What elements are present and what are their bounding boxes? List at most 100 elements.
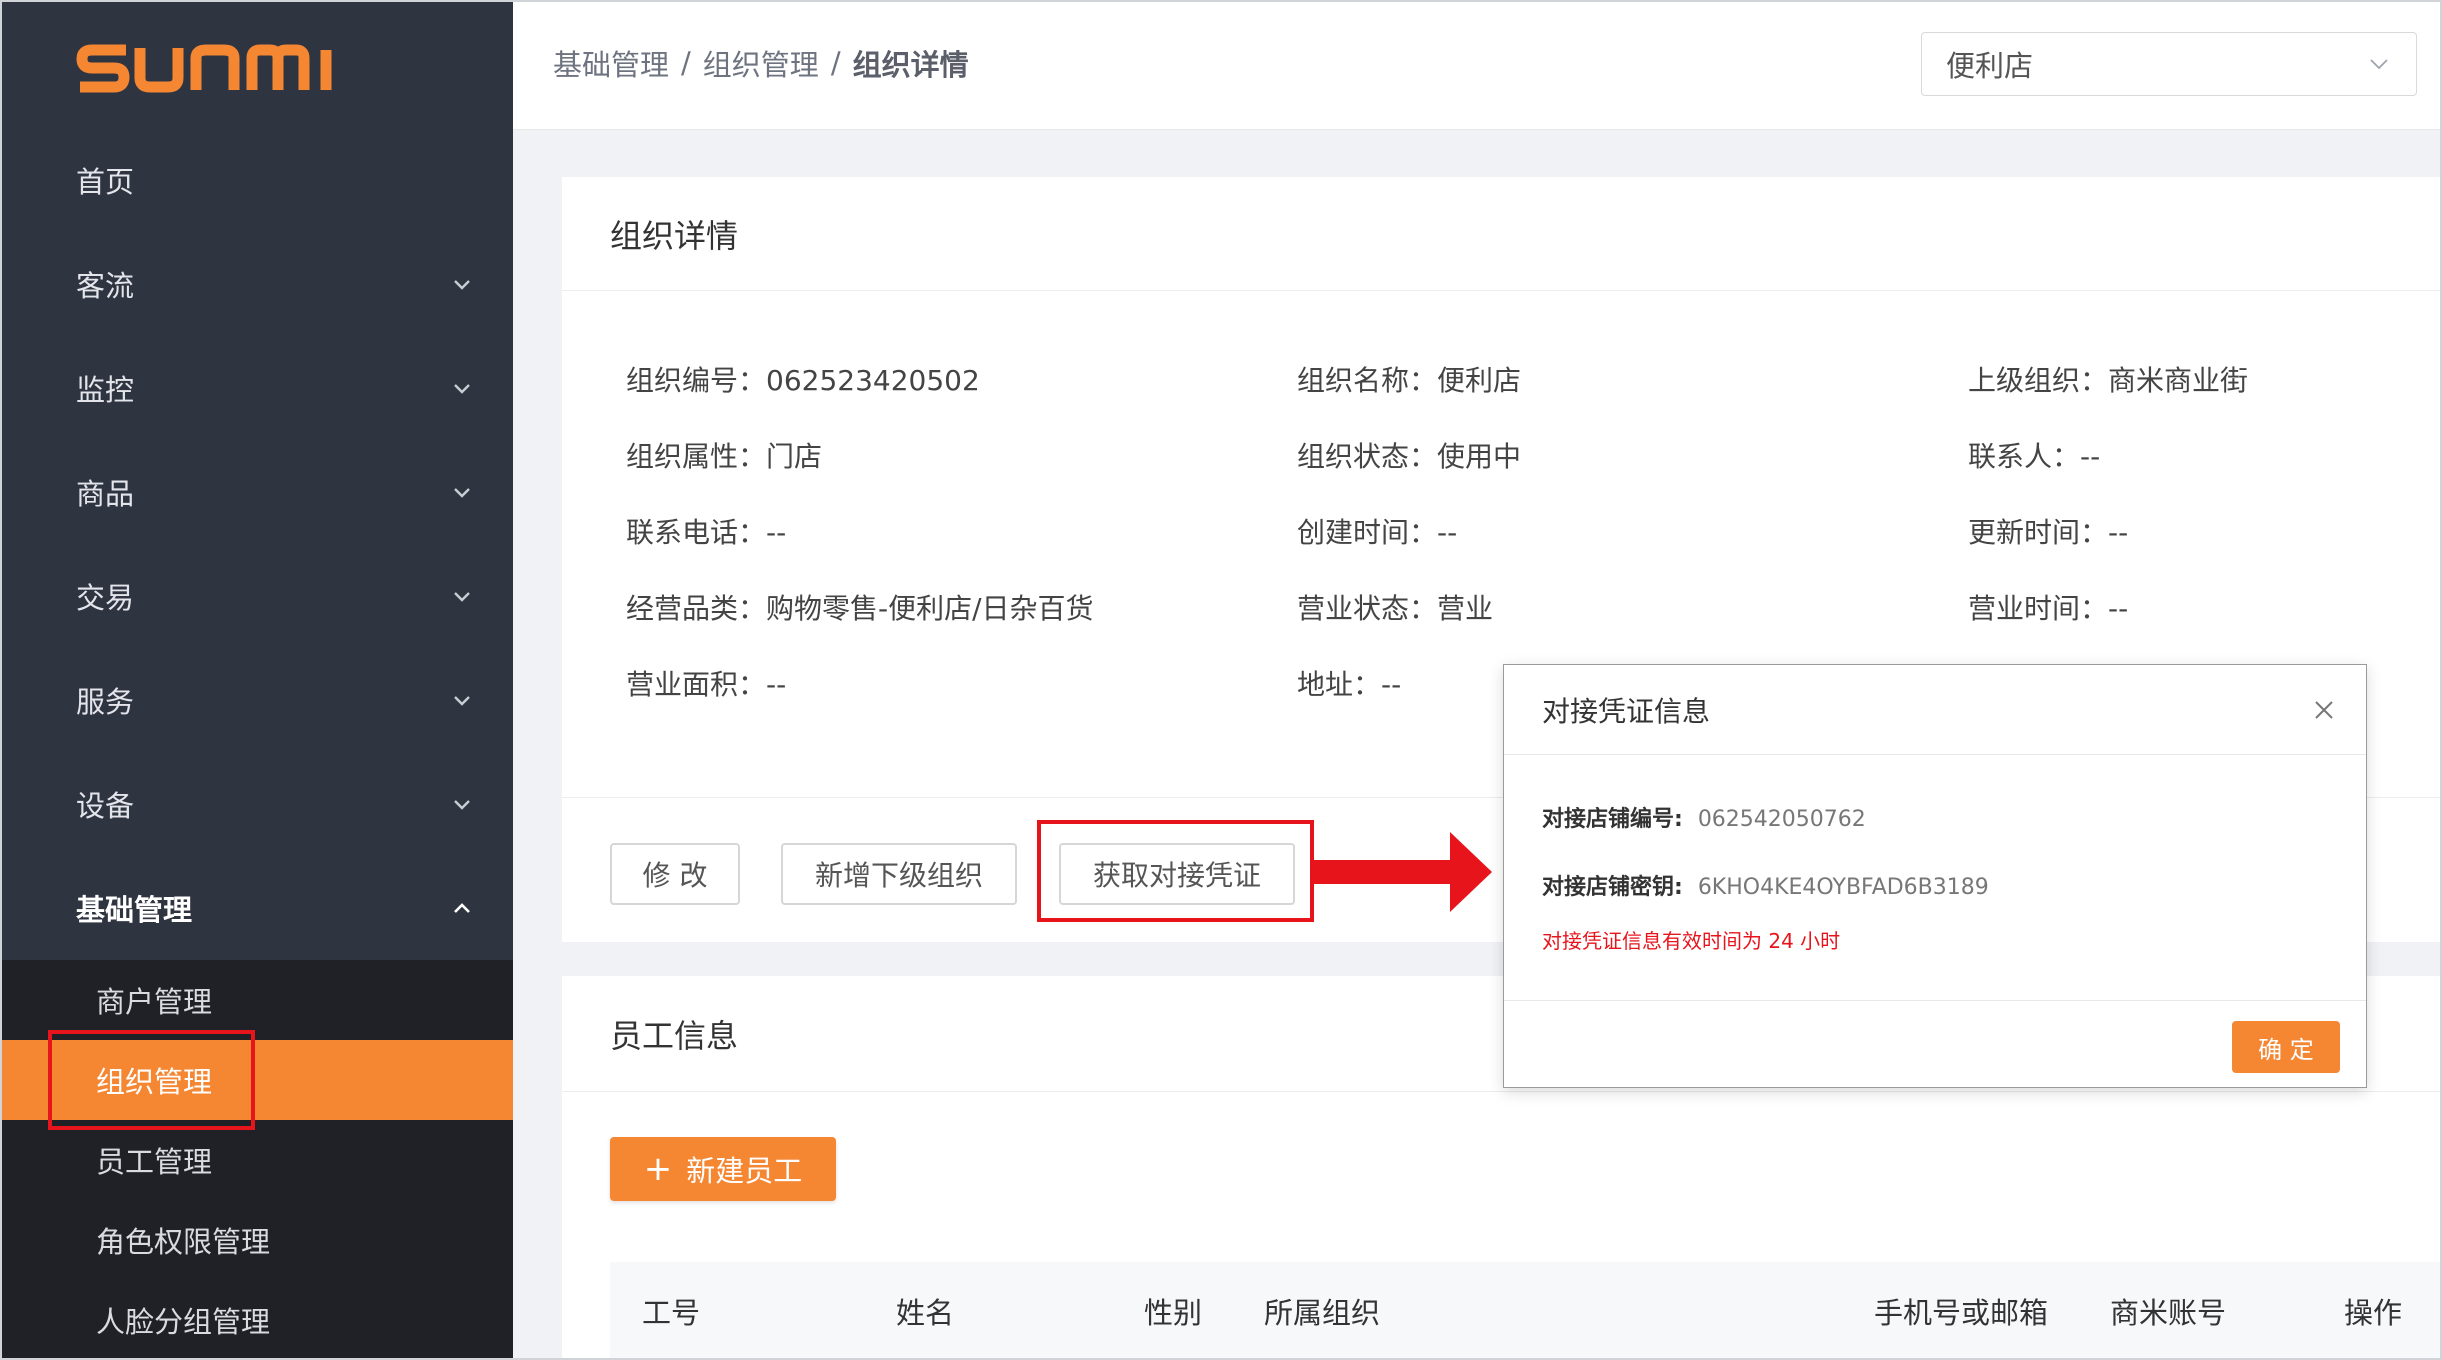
highlight-box-credential <box>1037 820 1314 922</box>
breadcrumb-item-basic[interactable]: 基础管理 <box>553 42 669 84</box>
sunmi-logo <box>76 38 356 98</box>
credential-store-no: 对接店铺编号: 062542050762 <box>1542 801 1866 833</box>
sidebar-item-goods[interactable]: 商品 <box>0 440 513 544</box>
plus-icon: + <box>643 1149 673 1189</box>
field-value: 062523420502 <box>766 364 980 397</box>
chevron-down-icon <box>451 689 473 711</box>
chevron-down-icon <box>451 273 473 295</box>
chevron-down-icon <box>451 793 473 815</box>
new-staff-button[interactable]: + 新建员工 <box>610 1137 836 1201</box>
chevron-down-icon <box>451 585 473 607</box>
sidebar-subitem-face-group[interactable]: 人脸分组管理 <box>0 1280 513 1360</box>
field-label: 联系人： <box>1968 440 2081 473</box>
credential-store-key-value: 6KHO4KE4OYBFAD6B3189 <box>1697 875 1989 900</box>
highlight-box-nav <box>48 1030 255 1130</box>
field-label: 地址： <box>1297 668 1382 701</box>
column-header-actions[interactable]: 操作 <box>2344 1290 2402 1332</box>
chevron-down-icon <box>2368 53 2390 75</box>
store-select-value: 便利店 <box>1946 49 2034 83</box>
field-label: 更新时间： <box>1968 516 2109 549</box>
field-value: -- <box>2080 440 2101 473</box>
field-value: -- <box>766 516 787 549</box>
chevron-down-icon <box>451 377 473 399</box>
field-value: -- <box>2108 516 2129 549</box>
modal-title: 对接凭证信息 <box>1542 694 1711 728</box>
field-label: 创建时间： <box>1297 516 1438 549</box>
field-area: 营业面积：-- <box>626 663 786 703</box>
add-child-org-button[interactable]: 新增下级组织 <box>781 843 1017 905</box>
field-label: 经营品类： <box>626 592 767 625</box>
field-business-hours: 营业时间：-- <box>1968 587 2128 627</box>
column-header-employee-no[interactable]: 工号 <box>642 1290 700 1332</box>
field-label: 营业状态： <box>1297 592 1438 625</box>
edit-button[interactable]: 修 改 <box>610 843 740 905</box>
sidebar-item-device[interactable]: 设备 <box>0 752 513 856</box>
breadcrumb-separator: / <box>681 46 691 80</box>
sidebar-item-basic-management[interactable]: 基础管理 <box>0 856 513 960</box>
field-label: 组织属性： <box>626 440 767 473</box>
field-label: 上级组织： <box>1968 364 2109 397</box>
staff-table-header: 工号 姓名 性别 所属组织 手机号或邮箱 商米账号 操作 <box>610 1262 2442 1360</box>
field-value: 商米商业街 <box>2108 364 2249 397</box>
breadcrumb-item-current: 组织详情 <box>852 48 969 82</box>
field-label: 组织编号： <box>626 364 767 397</box>
field-updated-at: 更新时间：-- <box>1968 511 2128 551</box>
field-label: 联系电话： <box>626 516 767 549</box>
store-select[interactable]: 便利店 <box>1921 32 2417 96</box>
field-value: -- <box>766 668 787 701</box>
field-value: 门店 <box>766 440 823 473</box>
modal-header: 对接凭证信息 <box>1504 665 2366 755</box>
field-value: 营业 <box>1437 592 1494 625</box>
top-bar: 基础管理 / 组织管理 / 组织详情 便利店 <box>513 0 2442 130</box>
column-header-gender[interactable]: 性别 <box>1144 1290 1202 1332</box>
sidebar-subitem-label: 商户管理 <box>96 985 213 1019</box>
sidebar-item-label: 交易 <box>76 581 135 615</box>
close-icon[interactable] <box>2312 698 2336 722</box>
sidebar-item-label: 商品 <box>76 477 135 511</box>
card-title: 组织详情 <box>562 177 2442 291</box>
field-value: 购物零售-便利店/日杂百货 <box>766 592 1094 625</box>
sidebar-item-service[interactable]: 服务 <box>0 648 513 752</box>
sunmi-logo-mark <box>76 44 332 93</box>
sidebar-item-monitor[interactable]: 监控 <box>0 336 513 440</box>
chevron-up-icon <box>451 897 473 919</box>
sidebar-subitem-label: 员工管理 <box>96 1145 213 1179</box>
field-category: 经营品类：购物零售-便利店/日杂百货 <box>626 587 1094 627</box>
sidebar-item-home[interactable]: 首页 <box>0 128 513 232</box>
credential-store-key: 对接店铺密钥: 6KHO4KE4OYBFAD6B3189 <box>1542 869 1989 901</box>
credential-validity-note: 对接凭证信息有效时间为 24 小时 <box>1542 929 1841 953</box>
confirm-button[interactable]: 确 定 <box>2232 1021 2340 1073</box>
field-org-name: 组织名称：便利店 <box>1297 359 1521 399</box>
chevron-down-icon <box>451 481 473 503</box>
field-label: 营业面积： <box>626 668 767 701</box>
sidebar-item-label: 监控 <box>76 373 135 407</box>
modal-body: 对接店铺编号: 062542050762 对接店铺密钥: 6KHO4KE4OYB… <box>1504 755 2366 1001</box>
field-phone: 联系电话：-- <box>626 511 786 551</box>
red-arrow-icon <box>1314 832 1492 912</box>
sidebar-subitem-staff[interactable]: 员工管理 <box>0 1120 513 1200</box>
credential-store-no-label: 对接店铺编号: <box>1542 807 1683 832</box>
field-value: 使用中 <box>1437 440 1522 473</box>
sidebar-item-label: 首页 <box>76 165 135 199</box>
field-label: 组织状态： <box>1297 440 1438 473</box>
column-header-name[interactable]: 姓名 <box>896 1290 954 1332</box>
breadcrumb-separator: / <box>830 46 841 80</box>
sidebar-subitem-merchant[interactable]: 商户管理 <box>0 960 513 1040</box>
field-org-type: 组织属性：门店 <box>626 435 822 475</box>
sidebar-item-trade[interactable]: 交易 <box>0 544 513 648</box>
field-label: 组织名称： <box>1297 364 1438 397</box>
submenu-basic-management: 商户管理 组织管理 员工管理 角色权限管理 人脸分组管理 <box>0 960 513 1360</box>
column-header-sunmi-account[interactable]: 商米账号 <box>2110 1290 2226 1332</box>
field-value: 便利店 <box>1437 364 1522 397</box>
breadcrumb-item-organization[interactable]: 组织管理 <box>703 42 819 84</box>
field-business-status: 营业状态：营业 <box>1297 587 1493 627</box>
sidebar-item-label: 设备 <box>76 789 135 823</box>
field-org-status: 组织状态：使用中 <box>1297 435 1521 475</box>
sidebar-subitem-label: 角色权限管理 <box>96 1225 271 1259</box>
field-value: -- <box>1437 516 1458 549</box>
credential-store-no-value: 062542050762 <box>1697 807 1866 832</box>
column-header-org[interactable]: 所属组织 <box>1264 1290 1380 1332</box>
column-header-phone-email[interactable]: 手机号或邮箱 <box>1874 1290 2048 1332</box>
sidebar-item-traffic[interactable]: 客流 <box>0 232 513 336</box>
sidebar-subitem-role-permission[interactable]: 角色权限管理 <box>0 1200 513 1280</box>
